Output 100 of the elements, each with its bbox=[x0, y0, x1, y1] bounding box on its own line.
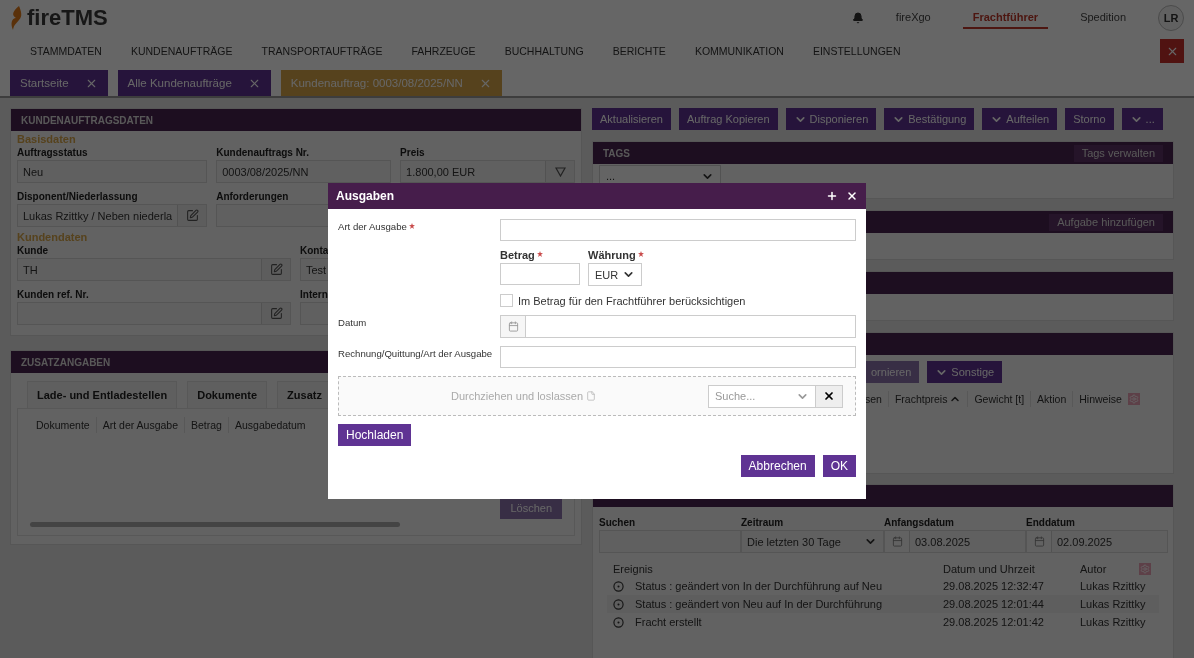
clear-button[interactable] bbox=[816, 384, 843, 408]
drop-zone-text: Durchziehen und loslassen bbox=[339, 390, 708, 402]
column-header: Datum und Uhrzeit bbox=[943, 563, 1036, 575]
table-cell-text: Fracht erstellt bbox=[635, 616, 703, 628]
menu-item[interactable]: KOMMUNIKATION bbox=[684, 45, 803, 57]
input-field[interactable] bbox=[500, 346, 856, 368]
column-header: Ereignis bbox=[613, 563, 654, 575]
menu-item[interactable]: KUNDENAUFTRÄGE bbox=[120, 45, 252, 57]
action-button[interactable]: Bestätigung bbox=[884, 108, 975, 130]
column-header[interactable]: Frachtpreis bbox=[887, 391, 968, 407]
field-label: Währung bbox=[588, 249, 644, 261]
add-task-button[interactable]: Aufgabe hinzufügen bbox=[1049, 213, 1163, 231]
tab[interactable]: Alle Kundenaufträge bbox=[117, 70, 271, 96]
input-field[interactable] bbox=[500, 219, 856, 241]
upload-button[interactable]: Hochladen bbox=[338, 424, 412, 446]
field-label: Suchen bbox=[599, 516, 636, 530]
column-header: Autor bbox=[1080, 563, 1108, 575]
table-cell-text: Status : geändert von In der Durchführung auf Neu bbox=[635, 580, 884, 592]
column-header: Ausgabedatum bbox=[227, 417, 312, 433]
input-field[interactable] bbox=[500, 263, 580, 285]
user-avatar[interactable]: LR bbox=[1158, 5, 1184, 31]
header-link[interactable]: Spedition bbox=[1070, 7, 1136, 29]
input-field[interactable] bbox=[17, 302, 291, 325]
header-link[interactable]: Frachtführer bbox=[962, 7, 1049, 29]
panel-title: TAGS bbox=[603, 147, 631, 159]
table-cell-text: Status : geändert von Neu auf In der Durchführung bbox=[635, 598, 884, 610]
action-button[interactable]: ... bbox=[1121, 108, 1163, 130]
field-label: Kunden ref. Nr. bbox=[17, 288, 89, 302]
action-button[interactable]: Storno bbox=[1065, 108, 1114, 130]
field-label: Intern bbox=[300, 288, 328, 302]
input-field[interactable]: Neu bbox=[17, 160, 208, 183]
field-label: Preis bbox=[400, 146, 425, 160]
close-icon bbox=[823, 390, 835, 402]
menu-item[interactable]: STAMMDATEN bbox=[20, 45, 121, 57]
input-field[interactable]: 0003/08/2025/NN bbox=[216, 160, 392, 183]
menu-item[interactable]: BUCHHALTUNG bbox=[494, 45, 603, 57]
column-header: Betrag bbox=[184, 417, 228, 433]
table-cell-text: 29.08.2025 12:32:47 bbox=[943, 580, 1045, 592]
table-cell-text: Lukas Rzittky bbox=[1080, 580, 1147, 592]
action-button[interactable]: Sonstige bbox=[927, 361, 1003, 383]
event-icon bbox=[613, 616, 624, 628]
tab[interactable]: Dokumente bbox=[187, 381, 268, 408]
flame-icon bbox=[10, 6, 24, 30]
filter-icon bbox=[554, 166, 566, 177]
currency-select[interactable]: EUR bbox=[588, 263, 642, 286]
dialog-button[interactable]: OK bbox=[822, 455, 856, 477]
tab[interactable]: Lade- und Entladestellen bbox=[27, 381, 178, 408]
search-select[interactable]: Suche... bbox=[708, 384, 816, 408]
edit-icon bbox=[269, 307, 283, 320]
edit-icon bbox=[185, 209, 199, 222]
field-label: Kundenauftrags Nr. bbox=[216, 146, 309, 160]
date-field[interactable] bbox=[500, 315, 856, 338]
settings-icon[interactable] bbox=[1139, 563, 1151, 575]
field-label: Disponent/Niederlassung bbox=[17, 190, 138, 204]
event-icon bbox=[613, 580, 624, 592]
menu-item[interactable]: FAHRZEUGE bbox=[401, 45, 495, 57]
bell-icon[interactable] bbox=[851, 12, 864, 24]
section-title: Kundendaten bbox=[17, 231, 89, 243]
action-button[interactable]: Aktualisieren bbox=[592, 108, 671, 130]
dialog-button[interactable]: Abbrechen bbox=[740, 455, 815, 477]
field-label: Anfangsdatum bbox=[884, 516, 954, 530]
action-button[interactable]: Aufteilen bbox=[982, 108, 1058, 130]
column-header[interactable]: Hinweise bbox=[1072, 391, 1128, 407]
menu-item[interactable]: EINSTELLUNGEN bbox=[802, 45, 920, 57]
tab[interactable]: Kundenauftrag: 0003/08/2025/NN bbox=[280, 70, 502, 96]
close-button[interactable] bbox=[1160, 39, 1184, 63]
period-select[interactable]: Die letzten 30 Tage bbox=[741, 530, 884, 553]
menu-item[interactable]: BERICHTE bbox=[602, 45, 685, 57]
close-icon[interactable] bbox=[846, 190, 858, 202]
scrollbar[interactable] bbox=[30, 522, 400, 527]
date-field[interactable]: 03.08.2025 bbox=[884, 530, 1026, 553]
drop-zone[interactable]: Durchziehen und loslassen Suche... bbox=[338, 376, 856, 416]
table-cell-text: 29.08.2025 12:01:44 bbox=[943, 598, 1045, 610]
input-field[interactable]: TH bbox=[17, 258, 291, 281]
field-label: Anforderungen bbox=[216, 190, 289, 204]
field-label: Betrag bbox=[500, 249, 580, 261]
checkbox[interactable] bbox=[500, 294, 513, 307]
field-label: Enddatum bbox=[1026, 516, 1075, 530]
panel-title: ZUSATZANGABEN bbox=[21, 356, 111, 368]
panel-title: KUNDENAUFTRAGSDATEN bbox=[21, 114, 154, 126]
field-label: Kunde bbox=[17, 244, 49, 258]
field-label: Rechnung/Quittung/Art der Ausgabe bbox=[338, 347, 493, 359]
menu-item[interactable]: TRANSPORTAUFTRÄGE bbox=[251, 45, 402, 57]
input-field[interactable]: Lukas Rzittky / Neben niederla bbox=[17, 204, 208, 227]
action-button[interactable]: Disponieren bbox=[785, 108, 877, 130]
input-field[interactable]: 1.800,00 EUR bbox=[400, 160, 575, 183]
date-field[interactable]: 02.09.2025 bbox=[1026, 530, 1168, 553]
column-header: Art der Ausgabe bbox=[95, 417, 184, 433]
column-header[interactable]: Gewicht [t] bbox=[967, 391, 1031, 407]
action-button[interactable]: Auftrag Kopieren bbox=[679, 108, 778, 130]
logo-text: fireTMS bbox=[27, 5, 108, 31]
edit-icon bbox=[269, 263, 283, 276]
tab[interactable]: Startseite bbox=[10, 70, 108, 96]
header-link[interactable]: fireXgo bbox=[885, 7, 941, 29]
plus-icon[interactable] bbox=[826, 190, 838, 202]
calendar-icon bbox=[891, 536, 903, 547]
checkbox-label: Im Betrag für den Frachtführer berücksichtigen bbox=[518, 294, 746, 307]
column-header[interactable]: Aktion bbox=[1030, 391, 1073, 407]
table-cell-text: Lukas Rzittky bbox=[1080, 616, 1147, 628]
settings-icon[interactable] bbox=[1127, 393, 1140, 405]
